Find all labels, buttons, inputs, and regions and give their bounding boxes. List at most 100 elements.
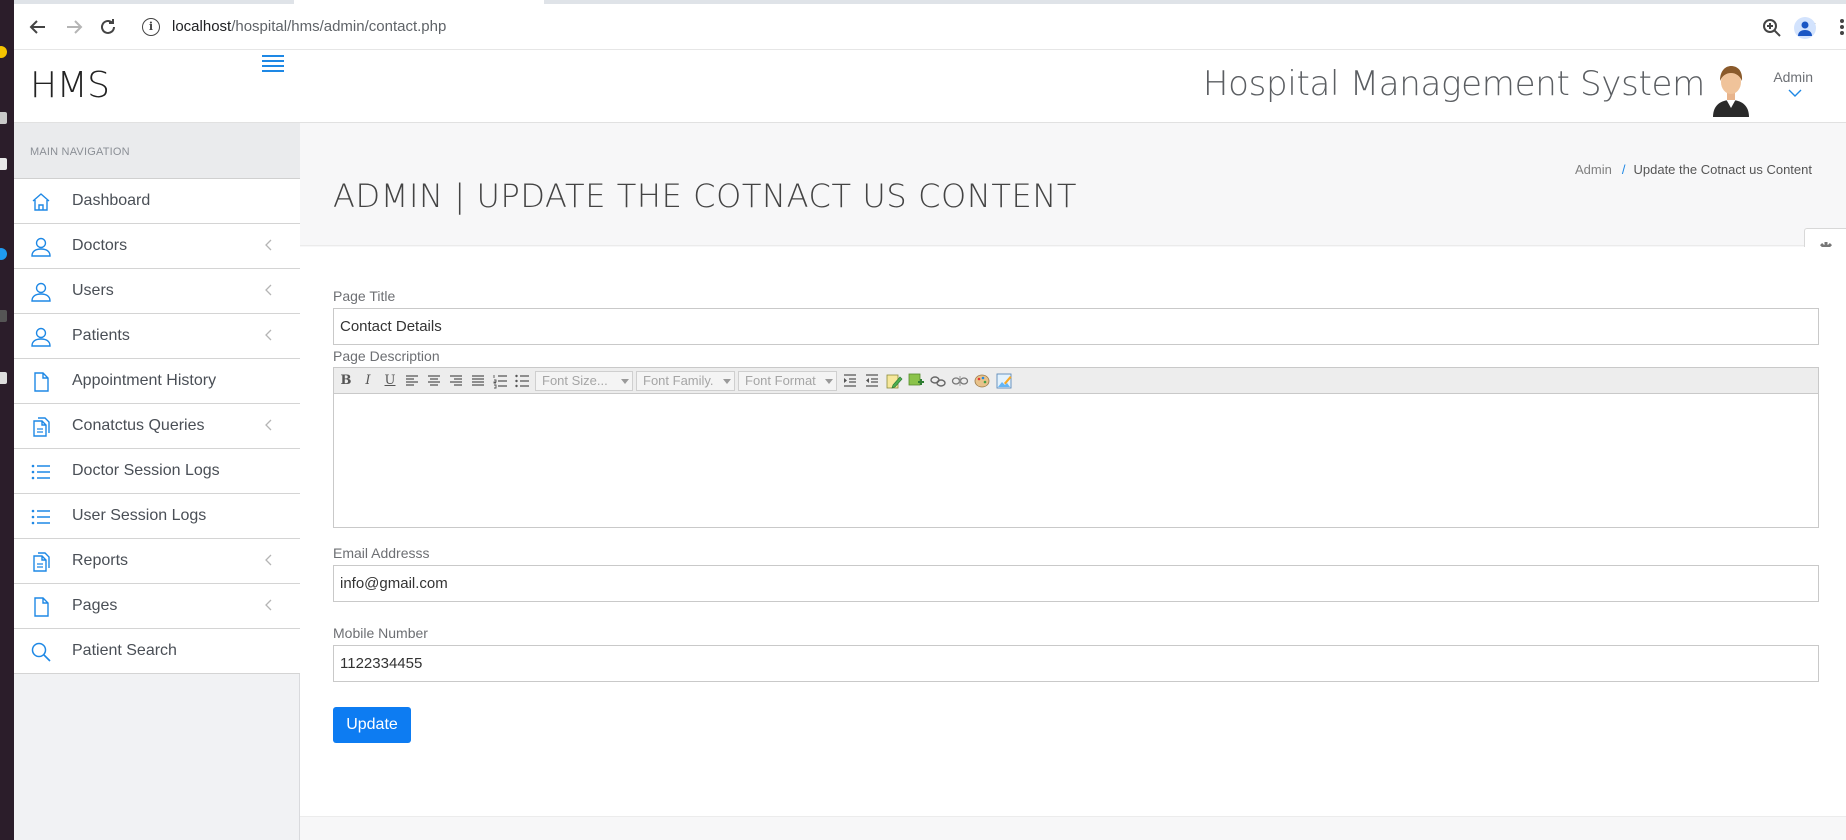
breadcrumb: Admin / Update the Cotnact us Content (1575, 162, 1812, 177)
chevron-left-icon (265, 554, 272, 566)
dock-app-icon[interactable] (0, 112, 7, 124)
page-title: ADMIN | UPDATE THE COTNACT US CONTENT (333, 177, 1078, 215)
sidebar-item-label: Reports (72, 552, 129, 569)
sidebar-nav: Dashboard Doctors Users Patients Appoint… (14, 179, 300, 674)
email-input[interactable]: info@gmail.com (333, 565, 1819, 602)
breadcrumb-separator: / (1621, 162, 1626, 177)
back-button[interactable] (26, 15, 50, 39)
email-label: Email Addresss (333, 545, 430, 561)
content-form-panel: Page Title Contact Details Page Descript… (300, 247, 1846, 817)
italic-icon[interactable]: I (359, 372, 377, 390)
mobile-input[interactable]: 1122334455 (333, 645, 1819, 682)
justify-icon[interactable] (469, 372, 487, 390)
editor-toolbar: B I U Font Size... Font Family. Font For… (334, 368, 1818, 394)
insert-image-icon[interactable] (907, 372, 925, 390)
user-icon (31, 282, 51, 302)
reload-button[interactable] (96, 15, 120, 39)
browser-menu-icon[interactable] (1838, 17, 1846, 39)
user-icon (31, 327, 51, 347)
zoom-icon[interactable] (1760, 16, 1784, 40)
underline-icon[interactable]: U (381, 372, 399, 390)
forward-arrow-icon (67, 20, 83, 34)
sidebar-item-label: Users (72, 282, 114, 299)
admin-avatar[interactable] (1709, 61, 1753, 117)
reload-icon (101, 19, 115, 34)
chevron-left-icon (265, 329, 272, 341)
sidebar: HMS MAIN NAVIGATION Dashboard Doctors Us… (14, 51, 300, 840)
url-host: localhost (172, 18, 232, 35)
unordered-list-icon[interactable] (513, 372, 531, 390)
home-icon (32, 193, 50, 211)
align-right-icon[interactable] (447, 372, 465, 390)
page-footer (300, 817, 1846, 840)
sidebar-item-users[interactable]: Users (14, 269, 300, 314)
user-icon (31, 237, 51, 257)
page-title-input[interactable]: Contact Details (333, 308, 1819, 345)
page-title-label: Page Title (333, 288, 396, 304)
top-header: Hospital Management System Admin (300, 51, 1846, 123)
address-bar[interactable]: i localhost/hospital/hms/admin/contact.p… (134, 9, 1817, 45)
chevron-down-icon[interactable] (1788, 89, 1802, 98)
font-family-select[interactable]: Font Family. (636, 371, 735, 391)
font-size-select[interactable]: Font Size... (535, 371, 633, 391)
sidebar-item-dashboard[interactable]: Dashboard (14, 179, 300, 224)
dock-app-icon[interactable] (0, 372, 7, 384)
mobile-label: Mobile Number (333, 625, 428, 641)
sidebar-item-label: User Session Logs (72, 507, 207, 524)
forward-button[interactable] (62, 15, 86, 39)
sidebar-item-contactus-queries[interactable]: Conatctus Queries (14, 404, 300, 449)
url-text[interactable]: localhost/hospital/hms/admin/contact.php (172, 18, 446, 35)
align-left-icon[interactable] (403, 372, 421, 390)
link-icon[interactable] (929, 372, 947, 390)
dock-app-icon[interactable] (0, 310, 7, 322)
menu-toggle-icon[interactable] (262, 55, 284, 73)
files-icon (33, 417, 50, 437)
outdent-icon[interactable] (863, 372, 881, 390)
breadcrumb-current: Update the Cotnact us Content (1633, 162, 1812, 177)
file-icon (34, 597, 49, 617)
sidebar-item-label: Appointment History (72, 372, 217, 389)
sidebar-item-label: Conatctus Queries (72, 417, 205, 434)
brand-logo[interactable]: HMS (30, 65, 110, 106)
list-icon (31, 464, 50, 480)
profile-avatar-icon[interactable] (1794, 17, 1816, 39)
sidebar-item-doctors[interactable]: Doctors (14, 224, 300, 269)
sidebar-item-user-session-logs[interactable]: User Session Logs (14, 494, 300, 539)
insert-picture-icon[interactable] (995, 372, 1013, 390)
sidebar-item-label: Patient Search (72, 642, 177, 659)
site-info-icon[interactable]: i (142, 18, 160, 36)
edit-html-icon[interactable] (885, 372, 903, 390)
chevron-left-icon (265, 284, 272, 296)
editor-content-area[interactable] (334, 395, 1818, 527)
app-root: HMS MAIN NAVIGATION Dashboard Doctors Us… (14, 51, 1846, 840)
sidebar-item-patient-search[interactable]: Patient Search (14, 629, 300, 674)
sidebar-item-patients[interactable]: Patients (14, 314, 300, 359)
unlink-icon[interactable] (951, 372, 969, 390)
sidebar-item-pages[interactable]: Pages (14, 584, 300, 629)
ordered-list-icon[interactable] (491, 372, 509, 390)
dock-app-icon[interactable] (0, 46, 7, 58)
admin-user-name[interactable]: Admin (1773, 69, 1813, 85)
font-format-select-label: Font Format (745, 373, 816, 388)
breadcrumb-admin[interactable]: Admin (1575, 162, 1612, 177)
brand-bar: HMS (14, 51, 300, 123)
sidebar-item-doctor-session-logs[interactable]: Doctor Session Logs (14, 449, 300, 494)
dock-app-icon[interactable] (0, 248, 7, 260)
color-palette-icon[interactable] (973, 372, 991, 390)
align-center-icon[interactable] (425, 372, 443, 390)
font-size-select-label: Font Size... (542, 373, 608, 388)
desktop-dock (0, 0, 14, 840)
bold-icon[interactable]: B (337, 372, 355, 390)
sidebar-item-label: Pages (72, 597, 118, 614)
dock-app-icon[interactable] (0, 158, 7, 170)
sidebar-item-appointment-history[interactable]: Appointment History (14, 359, 300, 404)
chevron-left-icon (265, 599, 272, 611)
font-format-select[interactable]: Font Format (738, 371, 837, 391)
sidebar-item-reports[interactable]: Reports (14, 539, 300, 584)
page-description-label: Page Description (333, 348, 440, 364)
indent-icon[interactable] (841, 372, 859, 390)
sidebar-item-label: Dashboard (72, 192, 151, 209)
update-button[interactable]: Update (333, 707, 411, 743)
system-title: Hospital Management System (1202, 64, 1705, 104)
chevron-left-icon (265, 419, 272, 431)
